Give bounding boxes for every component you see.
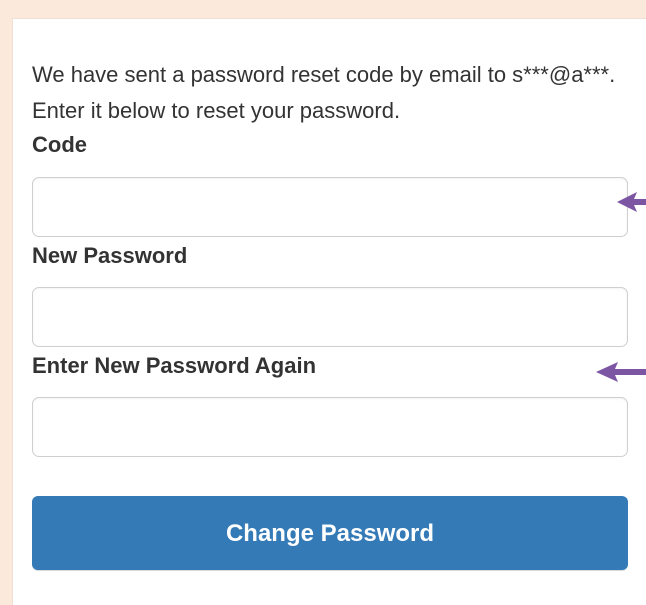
- code-label: Code: [32, 132, 87, 157]
- confirm-password-input[interactable]: [32, 397, 628, 457]
- new-password-input[interactable]: [32, 287, 628, 347]
- code-input[interactable]: [32, 177, 628, 237]
- reset-message: We have sent a password reset code by em…: [32, 62, 616, 123]
- arrow-left-icon: [596, 362, 646, 382]
- change-password-button[interactable]: Change Password: [32, 496, 628, 570]
- arrow-left-icon: [617, 192, 646, 212]
- password-reset-panel: We have sent a password reset code by em…: [12, 18, 646, 605]
- confirm-password-label: Enter New Password Again: [32, 353, 317, 378]
- new-password-label: New Password: [32, 243, 188, 268]
